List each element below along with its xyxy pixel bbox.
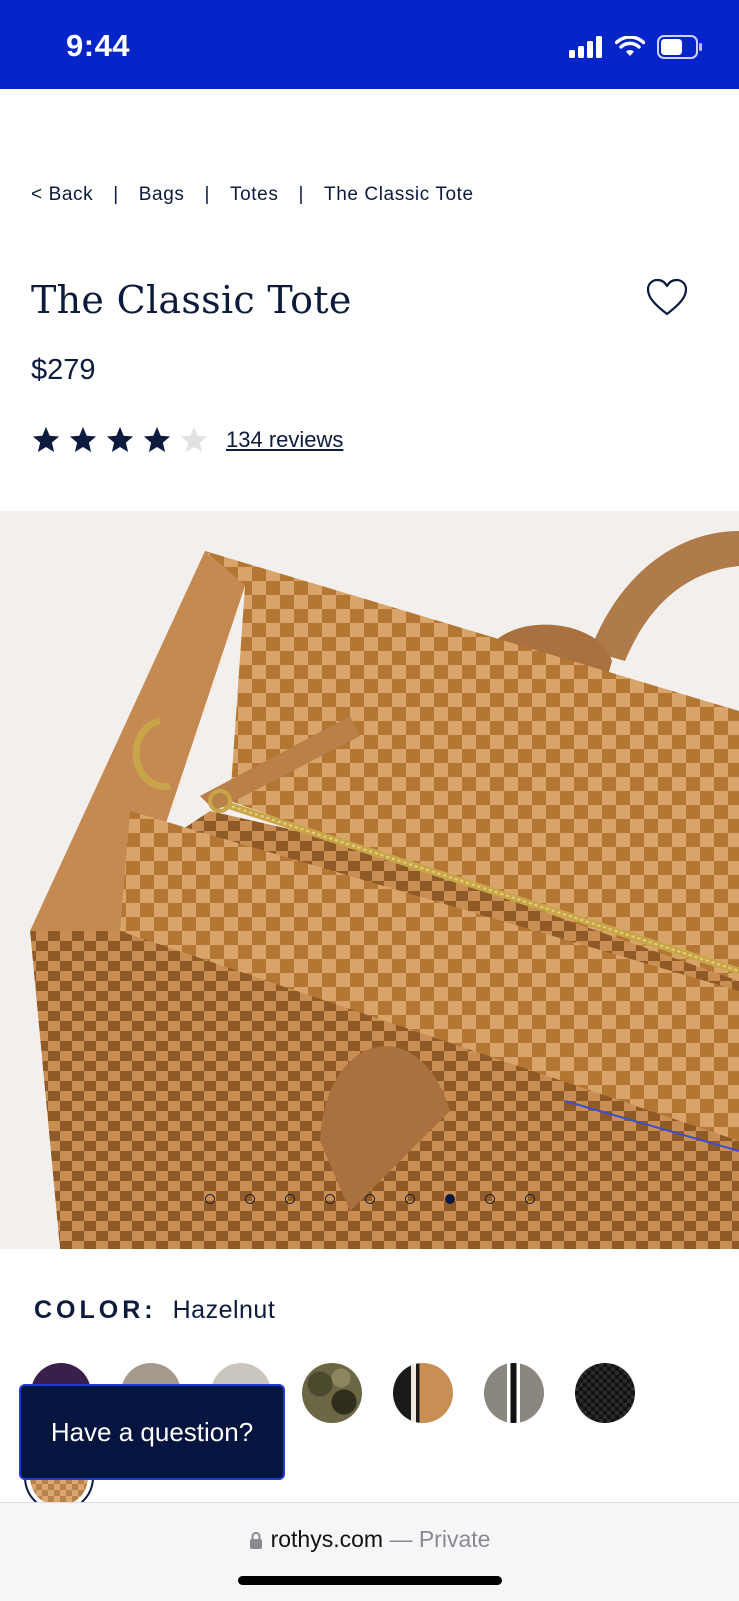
wifi-icon	[615, 36, 645, 56]
gallery-dot[interactable]	[285, 1194, 295, 1204]
reviews-link[interactable]: 134 reviews	[226, 427, 343, 453]
gallery-dot[interactable]	[365, 1194, 375, 1204]
gallery-dot-active[interactable]	[445, 1194, 455, 1204]
url-display[interactable]: rothys.com — Private	[0, 1526, 739, 1553]
breadcrumb-totes[interactable]: Totes	[230, 184, 278, 206]
status-bar: 9:44	[0, 0, 739, 89]
gallery-dot[interactable]	[205, 1194, 215, 1204]
gallery-dot[interactable]	[325, 1194, 335, 1204]
swatch-gray-black-stripe[interactable]	[484, 1363, 544, 1423]
star-icon	[106, 426, 134, 452]
status-time: 9:44	[66, 28, 131, 63]
breadcrumb-back[interactable]: < Back	[31, 184, 93, 206]
product-image	[0, 531, 739, 1249]
star-empty-icon	[180, 426, 208, 452]
breadcrumb-separator: |	[298, 184, 304, 205]
gallery-pagination	[205, 1194, 535, 1204]
cellular-signal-icon	[569, 36, 602, 58]
browser-address-bar[interactable]: rothys.com — Private	[0, 1502, 739, 1601]
product-price: $279	[31, 354, 96, 386]
product-image-gallery[interactable]	[0, 511, 739, 1249]
battery-icon	[657, 35, 702, 59]
swatch-camo[interactable]	[302, 1363, 362, 1423]
color-selector-label: COLOR: Hazelnut	[34, 1296, 275, 1325]
swatch-black-cream-stripe[interactable]	[393, 1363, 453, 1423]
gallery-dot[interactable]	[405, 1194, 415, 1204]
color-label: COLOR:	[34, 1296, 157, 1324]
breadcrumb-current[interactable]: The Classic Tote	[324, 184, 474, 206]
rating-row: 134 reviews	[31, 425, 343, 455]
gallery-dot[interactable]	[485, 1194, 495, 1204]
favorite-heart-icon[interactable]	[646, 278, 688, 318]
star-icon	[143, 426, 171, 452]
product-title: The Classic Tote	[31, 278, 352, 322]
lock-icon	[249, 1532, 262, 1549]
gallery-dot[interactable]	[525, 1194, 535, 1204]
have-a-question-button[interactable]: Have a question?	[19, 1384, 285, 1480]
breadcrumb-bags[interactable]: Bags	[139, 184, 185, 206]
breadcrumb: < Back | Bags | Totes | The Classic Tote	[31, 184, 474, 206]
breadcrumb-separator: |	[113, 184, 119, 205]
url-domain: rothys.com	[270, 1526, 384, 1552]
color-value: Hazelnut	[172, 1296, 276, 1324]
home-indicator	[238, 1576, 502, 1585]
swatch-black-weave[interactable]	[575, 1363, 635, 1423]
gallery-dot[interactable]	[245, 1194, 255, 1204]
star-icon	[32, 426, 60, 452]
status-icons	[569, 32, 703, 62]
breadcrumb-separator: |	[204, 184, 211, 205]
private-mode-label: — Private	[389, 1526, 491, 1552]
star-icon	[69, 426, 97, 452]
